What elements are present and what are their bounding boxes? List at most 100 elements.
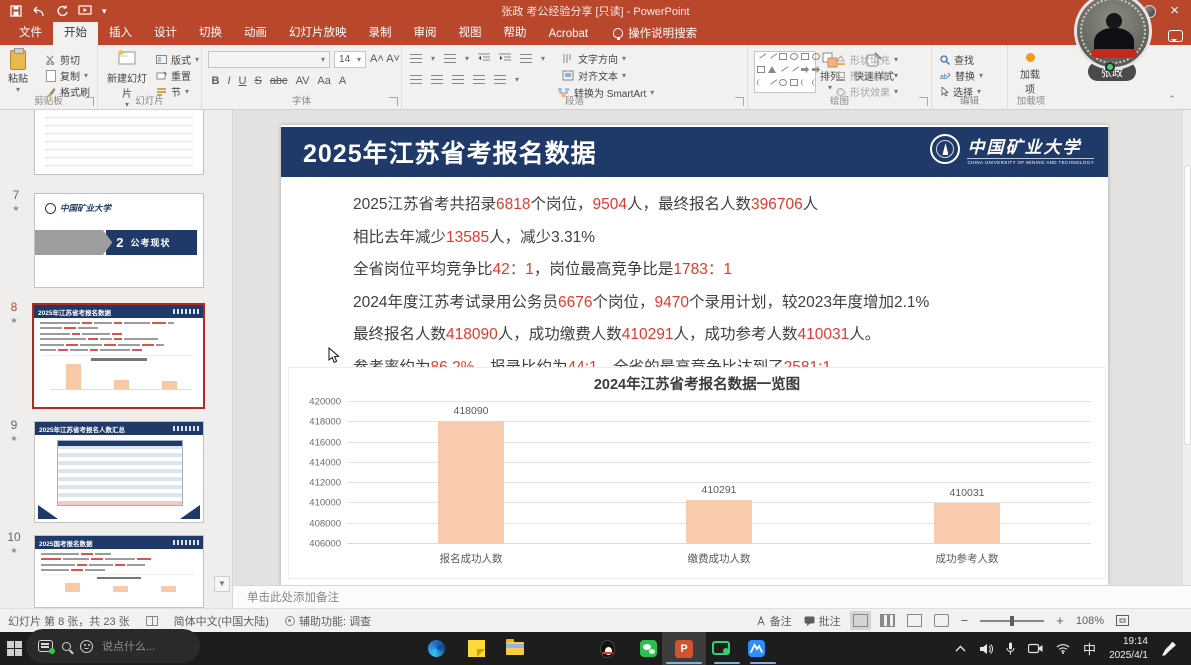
shape-outline-button[interactable]: 形状轮廓▾ (835, 68, 898, 83)
text-direction-button[interactable]: 文字方向▾ (562, 51, 626, 66)
ribbon-tab-8[interactable]: 审阅 (403, 20, 448, 45)
align-buttons[interactable]: ▾ (410, 75, 519, 84)
stream-chat-overlay[interactable]: 说点什么... (26, 629, 200, 663)
ribbon-tab-11[interactable]: Acrobat (538, 24, 600, 45)
ribbon-tab-0[interactable]: 文件 (8, 20, 53, 45)
drawing-dialog-launcher[interactable] (919, 97, 928, 106)
justify-icon[interactable] (473, 75, 485, 84)
emoji-icon[interactable] (80, 640, 93, 653)
shape-glyph[interactable] (789, 61, 800, 71)
microphone-icon[interactable] (1006, 642, 1015, 655)
start-slideshow-icon[interactable] (78, 5, 92, 17)
shape-glyph[interactable] (801, 66, 809, 73)
align-left-icon[interactable] (410, 75, 422, 84)
shape-glyph[interactable] (757, 79, 765, 86)
copy-button[interactable]: 复制▾ (46, 68, 88, 83)
animation-star-icon[interactable]: ★ (6, 204, 26, 213)
ribbon-tab-1[interactable]: 开始 (53, 20, 98, 45)
shapes-gallery[interactable] (754, 51, 816, 93)
zoom-out-button[interactable]: − (961, 613, 969, 628)
reading-view-button[interactable] (907, 614, 922, 627)
file-explorer-icon[interactable] (506, 642, 524, 655)
paste-button[interactable]: 粘贴▾ (8, 50, 28, 94)
ime-indicator[interactable]: 中 (1083, 639, 1096, 658)
camera-icon[interactable] (1028, 643, 1043, 654)
zoom-in-button[interactable]: + (1056, 613, 1064, 628)
font-button-Aa[interactable]: Aa (314, 75, 334, 87)
slide-sorter-view-button[interactable] (880, 614, 895, 627)
align-center-icon[interactable] (431, 75, 443, 84)
accessibility-status[interactable]: 辅助功能: 调查 (285, 613, 371, 629)
shape-fill-button[interactable]: 形状填充▾ (835, 52, 898, 67)
list-buttons[interactable]: ▾ ▾ ▾ (410, 53, 545, 63)
font-dialog-launcher[interactable] (389, 97, 398, 106)
wifi-icon[interactable] (1056, 643, 1070, 654)
chart-bar-1[interactable] (438, 421, 504, 544)
font-button-S[interactable]: S (251, 75, 265, 87)
zoom-slider-thumb[interactable] (1010, 616, 1014, 626)
shape-glyph[interactable] (801, 79, 809, 86)
bar-chart[interactable]: 2024年江苏省考报名数据一览图 40600040800041000041200… (288, 367, 1106, 579)
speaker-icon[interactable] (979, 643, 993, 655)
edge-browser-icon[interactable] (428, 640, 445, 657)
font-button-I[interactable]: I (224, 75, 234, 87)
shape-glyph[interactable] (790, 79, 798, 86)
powerpoint-taskbar-cell[interactable]: P (662, 632, 706, 665)
cut-button[interactable]: 剪切 (46, 52, 80, 67)
numbering-icon[interactable] (444, 54, 456, 63)
thumbnail-slide-6-partial[interactable] (34, 110, 204, 175)
scrollbar-thumb[interactable] (1184, 165, 1191, 445)
thumbnail-slide-8-selected[interactable]: 2025年江苏省考报名数据 (32, 303, 205, 409)
line-spacing-icon[interactable] (520, 54, 532, 63)
shape-glyph[interactable] (767, 48, 778, 58)
shape-glyph[interactable] (779, 53, 787, 60)
customize-qat-icon[interactable]: ▾ (102, 6, 107, 17)
font-size-select[interactable]: 14▾ (334, 51, 366, 68)
animation-star-icon[interactable]: ★ (4, 434, 24, 443)
ribbon-tab-10[interactable]: 帮助 (493, 20, 538, 45)
replace-button[interactable]: ab 替换▾ (940, 68, 983, 83)
fit-to-window-button[interactable] (1116, 615, 1129, 626)
ribbon-tab-2[interactable]: 插入 (98, 20, 143, 45)
slideshow-view-button[interactable] (934, 614, 949, 627)
font-button-abc[interactable]: abc (266, 75, 291, 87)
chart-bar-3[interactable] (934, 503, 1000, 544)
ribbon-tab-3[interactable]: 设计 (143, 20, 188, 45)
slide-title-banner[interactable]: 2025年江苏省考报名数据 中国矿业大学 CHINA UNIVERSITY OF… (281, 127, 1108, 177)
slide-counter[interactable]: 幻灯片 第 8 张，共 23 张 (8, 613, 130, 629)
zoom-percentage[interactable]: 108% (1076, 615, 1104, 627)
shape-glyph[interactable] (756, 48, 767, 58)
chat-input[interactable]: 说点什么... (102, 638, 155, 654)
undo-icon[interactable] (32, 6, 46, 17)
shape-effects-button[interactable]: 形状效果▾ (835, 84, 898, 99)
columns-icon[interactable] (494, 75, 506, 84)
slide-body-text[interactable]: 2025江苏省考共招录6818个岗位，9504人，最终报名人数396706人相比… (353, 189, 1078, 384)
reset-button[interactable]: 重置 (156, 68, 191, 83)
ribbon-tab-4[interactable]: 切换 (188, 20, 233, 45)
tray-clock[interactable]: 19:14 2025/4/1 (1109, 635, 1148, 662)
stream-chat-icon[interactable] (1168, 30, 1183, 42)
shape-glyph[interactable] (779, 79, 787, 86)
search-icon[interactable] (62, 642, 71, 651)
thumbnail-slide-9[interactable]: 2025年江苏省考报名人数汇总 (34, 421, 204, 523)
wechat-icon[interactable] (640, 640, 657, 657)
shape-glyph[interactable] (812, 66, 820, 73)
align-right-icon[interactable] (452, 75, 464, 84)
addins-button[interactable]: 加载项 (1017, 53, 1043, 96)
language-status[interactable]: 简体中文(中国大陆) (174, 613, 269, 629)
shape-glyph[interactable] (768, 66, 776, 73)
decrease-indent-icon[interactable] (478, 53, 490, 63)
current-slide[interactable]: 2025年江苏省考报名数据 中国矿业大学 CHINA UNIVERSITY OF… (281, 125, 1108, 585)
shape-glyph[interactable] (767, 74, 778, 84)
shape-glyph[interactable] (757, 66, 765, 73)
spellcheck-icon[interactable] (146, 616, 158, 626)
notes-toggle-button[interactable]: 备注 (756, 613, 792, 629)
shape-glyph[interactable] (778, 61, 789, 71)
screen-capture-icon[interactable] (712, 641, 730, 655)
shape-glyph[interactable] (812, 79, 820, 86)
tray-expand-icon[interactable] (955, 645, 966, 652)
grow-shrink-font-buttons[interactable]: A˄ A˅ (370, 53, 400, 65)
close-button[interactable]: × (1164, 0, 1185, 22)
danmaku-panel-icon[interactable] (38, 640, 53, 652)
shape-glyph[interactable] (801, 53, 809, 60)
